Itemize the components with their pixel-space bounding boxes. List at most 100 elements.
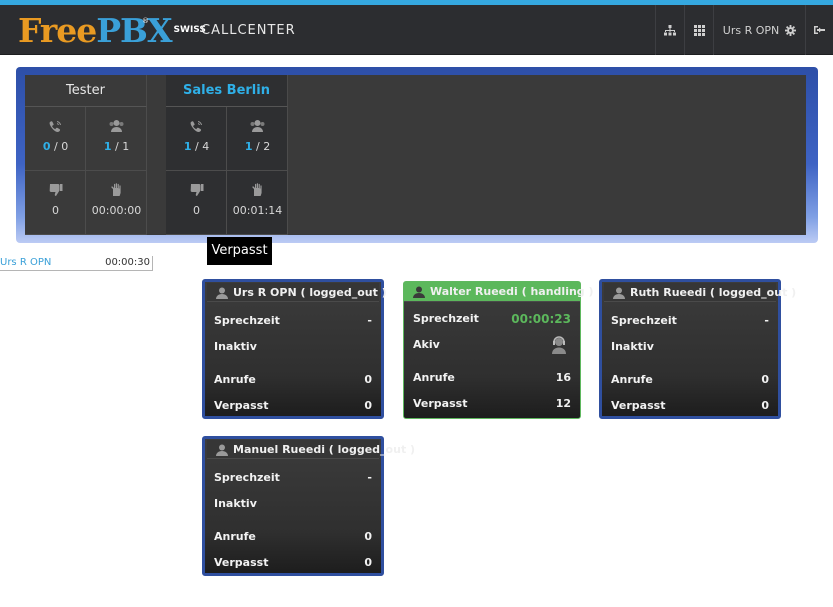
value-separator: / [255,140,260,153]
user-avatar-icon [216,287,228,299]
current-user-time: 00:00:30 [105,257,150,268]
calls-label: Anrufe [611,373,653,386]
agent-card-manuel[interactable]: Manuel Rueedi ( logged_out ) Sprechzeit -… [202,436,415,576]
talk-time-value: - [367,314,372,327]
user-menu-label: Urs R OPN [722,23,780,37]
agent-talk-time-row: Sprechzeit - [214,471,372,484]
queue-agents-cell: 1 / 2 [227,107,288,171]
talk-time-label: Sprechzeit [611,314,677,327]
agent-missed-row: Verpasst 0 [214,556,372,569]
agent-card-header: Ruth Rueedi ( logged_out ) [604,283,796,302]
thumbs-down-icon [49,184,63,196]
queue-wait-cell: 00:00:00 [86,171,147,235]
queue-sales-berlin[interactable]: Sales Berlin 1 / 4 1 / 2 0 00:01:14 [166,75,288,235]
talk-time-label: Sprechzeit [214,471,280,484]
hand-stop-icon [252,183,262,196]
value-separator: / [194,140,199,153]
talk-time-value: 00:00:23 [511,312,571,326]
queue-name: Sales Berlin [166,75,288,107]
current-user-name[interactable]: Urs R OPN [0,257,51,268]
agent-name: Urs R OPN ( logged_out ) [233,286,387,299]
calls-active-value: 0 [42,140,51,153]
calls-value: 0 [761,373,769,386]
user-group-icon [250,120,265,132]
calls-total-value: 0 [61,140,69,153]
agent-status-label: Inaktiv [214,497,257,510]
agent-status-label: Inaktiv [214,340,257,353]
gear-icon [785,24,797,36]
agent-name: Walter Rueedi ( handling ) [430,285,594,298]
calls-value: 16 [555,371,571,384]
calls-label: Anrufe [413,371,455,384]
missed-label: Verpasst [413,397,468,410]
agent-calls-row: Anrufe 0 [611,373,769,386]
missed-value: 0 [193,204,200,217]
phone-icon [190,121,202,132]
calls-value: 0 [364,373,372,386]
calls-label: Anrufe [214,373,256,386]
logout-button[interactable] [805,5,833,55]
queue-tester[interactable]: Tester 0 / 0 1 / 1 0 00:00:00 [25,75,147,235]
agent-missed-row: Verpasst 0 [214,399,372,412]
agent-card-walter[interactable]: Walter Rueedi ( handling ) Sprechzeit 00:… [403,281,594,419]
missed-label: Verpasst [611,399,666,412]
logo-pbx-text: PBX [96,11,172,50]
queue-missed-cell: 0 [25,171,86,235]
talk-time-value: - [764,314,769,327]
logo-free-text: Free [18,11,97,50]
navbar: Free PBX ® SWISS CALLCENTER Urs R OPN [0,5,833,55]
agent-name: Manuel Rueedi ( logged_out ) [233,443,416,456]
user-group-icon [109,120,124,132]
value-separator: / [114,140,119,153]
calls-total-value: 4 [202,140,210,153]
headset-agent-icon [552,336,566,354]
agent-calls-row: Anrufe 0 [214,530,372,543]
queue-agents-cell: 1 / 1 [86,107,147,171]
agent-status-row: Akiv [413,336,571,354]
user-avatar-icon [413,286,425,298]
queue-wait-cell: 00:01:14 [227,171,288,235]
queue-calls-cell: 1 / 4 [166,107,227,171]
agent-talk-time-row: Sprechzeit 00:00:23 [413,312,571,326]
agent-status-label: Akiv [413,338,440,351]
missed-label: Verpasst [214,556,269,569]
calls-active-value: 1 [183,140,192,153]
agent-status-row: Inaktiv [611,340,769,353]
missed-tooltip: Verpasst [207,237,272,265]
agent-talk-time-row: Sprechzeit - [611,314,769,327]
agents-active-value: 1 [244,140,253,153]
freepbx-logo[interactable]: Free PBX ® SWISS [18,11,206,51]
logout-icon [814,26,825,34]
sitemap-button[interactable] [655,5,684,55]
user-avatar-icon [216,444,228,456]
calls-label: Anrufe [214,530,256,543]
agent-calls-row: Anrufe 16 [413,371,571,384]
wait-time-value: 00:01:14 [232,204,283,217]
agent-card-header: Manuel Rueedi ( logged_out ) [207,440,415,459]
queue-calls-cell: 0 / 0 [25,107,86,171]
queue-name: Tester [25,75,147,107]
page-title: CALLCENTER [201,23,296,38]
agent-card-header: Urs R OPN ( logged_out ) [207,283,387,302]
current-user-bar: Urs R OPN 00:00:30 [0,256,153,271]
calls-value: 0 [364,530,372,543]
missed-value: 0 [364,556,372,569]
agent-card-ruth[interactable]: Ruth Rueedi ( logged_out ) Sprechzeit - I… [599,279,796,419]
agents-total-value: 2 [263,140,271,153]
agent-missed-row: Verpasst 0 [611,399,769,412]
agent-name: Ruth Rueedi ( logged_out ) [630,286,797,299]
queue-missed-cell[interactable]: 0 [166,171,227,235]
agent-status-row: Inaktiv [214,340,372,353]
wait-time-value: 00:00:00 [91,204,142,217]
queue-stats-board: Tester 0 / 0 1 / 1 0 00:00:00 Sales Berl… [25,75,806,235]
talk-time-value: - [367,471,372,484]
agent-card-urs[interactable]: Urs R OPN ( logged_out ) Sprechzeit - Ina… [202,279,387,419]
apps-grid-button[interactable] [684,5,713,55]
missed-value: 0 [761,399,769,412]
agent-card-header: Walter Rueedi ( handling ) [404,282,594,302]
user-menu-button[interactable]: Urs R OPN [713,5,805,55]
agent-status-row: Inaktiv [214,497,372,510]
agent-status-label: Inaktiv [611,340,654,353]
agents-total-value: 1 [122,140,130,153]
agent-missed-row: Verpasst 12 [413,397,571,410]
